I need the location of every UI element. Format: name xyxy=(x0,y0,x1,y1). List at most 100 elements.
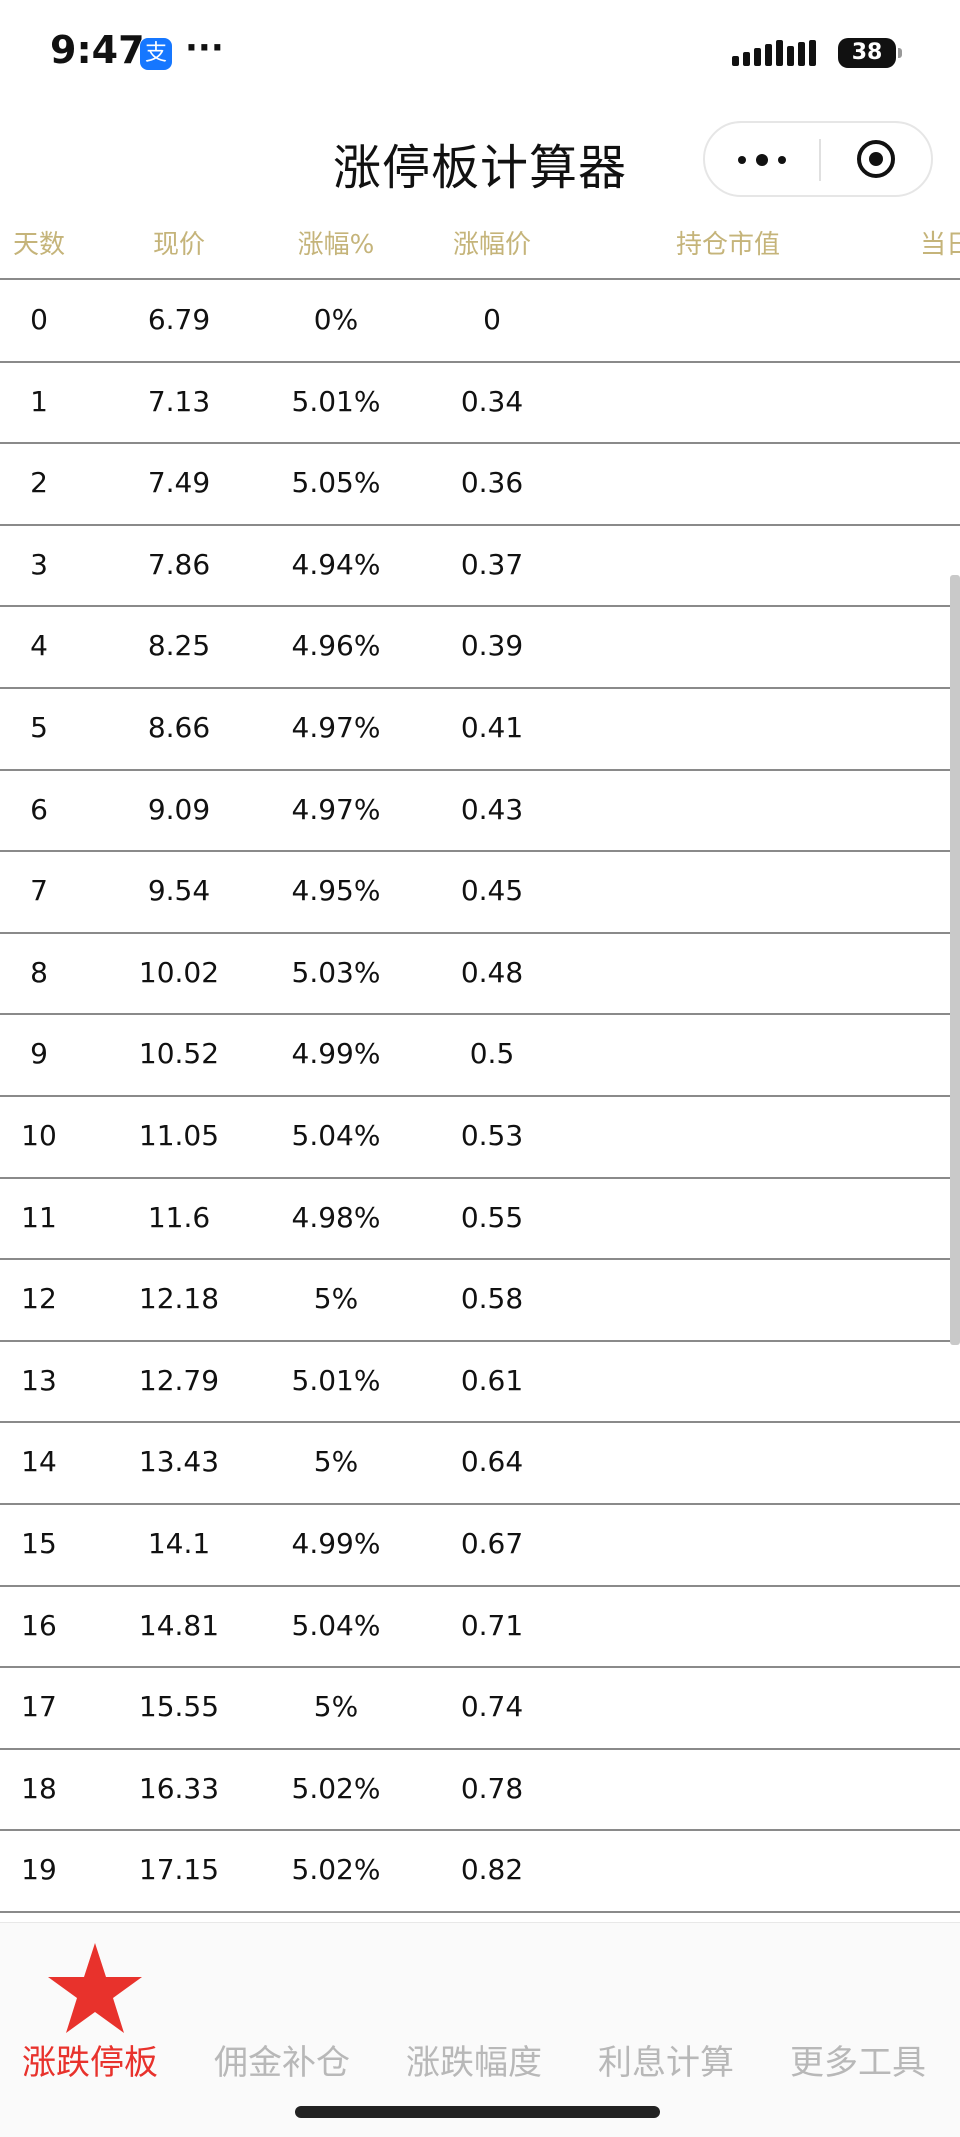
header-daily: 当日 xyxy=(920,230,960,260)
data-table: 0 6.79 0% 0 1 7.13 5.01% 0.34 2 7.49 5.05% 0.36 3 7.8… xyxy=(0,281,960,1913)
table-row: 11 11.6 4.98% 0.55 xyxy=(0,1179,960,1261)
tab-interest[interactable]: 利息计算 xyxy=(598,2035,734,2084)
cell-pct: 4.98% xyxy=(291,1200,381,1234)
header-price: 现价 xyxy=(152,230,205,260)
cell-amt: 0.61 xyxy=(460,1363,524,1397)
header-amt: 涨幅价 xyxy=(452,230,531,260)
tab-more-tools[interactable]: 更多工具 xyxy=(790,2035,926,2084)
cell-price: 14.1 xyxy=(147,1526,211,1560)
table-row: 6 9.09 4.97% 0.43 xyxy=(0,771,960,853)
cell-amt: 0.43 xyxy=(460,792,524,826)
cell-pct: 5.04% xyxy=(291,1608,381,1642)
cell-amt: 0.55 xyxy=(460,1200,524,1234)
table-row: 10 11.05 5.04% 0.53 xyxy=(0,1097,960,1179)
cell-day: 15 xyxy=(21,1526,57,1560)
cell-day: 10 xyxy=(21,1118,57,1152)
cell-day: 8 xyxy=(30,955,48,989)
cell-amt: 0.82 xyxy=(460,1853,524,1887)
header-market-value: 持仓市值 xyxy=(675,230,780,260)
close-mini-program-icon[interactable] xyxy=(857,140,895,178)
cell-price: 8.25 xyxy=(147,629,211,663)
cell-pct: 4.99% xyxy=(291,1526,381,1560)
signal-icon xyxy=(732,40,824,66)
table-row: 8 10.02 5.03% 0.48 xyxy=(0,934,960,1016)
cell-pct: 4.97% xyxy=(291,710,381,744)
cell-amt: 0.5 xyxy=(469,1037,515,1071)
cell-day: 9 xyxy=(30,1037,48,1071)
status-bar: 9:47 支 ··· 38 xyxy=(0,0,960,110)
table-row: 15 14.1 4.99% 0.67 xyxy=(0,1505,960,1587)
more-menu-icon[interactable] xyxy=(738,148,788,172)
cell-amt: 0.36 xyxy=(460,466,524,500)
cell-amt: 0.67 xyxy=(460,1526,524,1560)
cell-day: 19 xyxy=(21,1853,57,1887)
cell-pct: 5% xyxy=(313,1690,359,1724)
tab-commission[interactable]: 佣金补仓 xyxy=(214,2035,350,2084)
cell-pct: 5.02% xyxy=(291,1853,381,1887)
cell-price: 14.81 xyxy=(138,1608,220,1642)
scrollbar[interactable] xyxy=(950,575,960,1345)
cell-pct: 4.96% xyxy=(291,629,381,663)
table-row: 3 7.86 4.94% 0.37 xyxy=(0,526,960,608)
cell-day: 11 xyxy=(21,1200,57,1234)
capsule-divider xyxy=(819,139,821,181)
mini-program-capsule xyxy=(703,121,933,197)
cell-day: 7 xyxy=(30,874,48,908)
cell-price: 15.55 xyxy=(138,1690,220,1724)
home-indicator xyxy=(295,2106,660,2118)
cell-price: 11.05 xyxy=(138,1118,220,1152)
tab-bar: 涨跌停板 佣金补仓 涨跌幅度 利息计算 更多工具 xyxy=(0,1922,960,2137)
table-row: 9 10.52 4.99% 0.5 xyxy=(0,1015,960,1097)
cell-day: 18 xyxy=(21,1771,57,1805)
cell-pct: 5.01% xyxy=(291,1363,381,1397)
cell-amt: 0.64 xyxy=(460,1445,524,1479)
cell-pct: 5.03% xyxy=(291,955,381,989)
table-row: 18 16.33 5.02% 0.78 xyxy=(0,1750,960,1832)
cell-price: 6.79 xyxy=(147,303,211,336)
cell-day: 4 xyxy=(30,629,48,663)
star-icon xyxy=(48,1943,142,2033)
cell-day: 5 xyxy=(30,710,48,744)
cell-pct: 4.99% xyxy=(291,1037,381,1071)
cell-price: 9.54 xyxy=(147,874,211,908)
header-pct: 涨幅% xyxy=(297,230,375,260)
status-more-icon: ··· xyxy=(185,28,224,68)
cell-day: 16 xyxy=(21,1608,57,1642)
cell-day: 0 xyxy=(30,303,48,336)
table-header: 天数 现价 涨幅% 涨幅价 持仓市值 当日 xyxy=(0,210,960,280)
cell-day: 13 xyxy=(21,1363,57,1397)
cell-pct: 5.01% xyxy=(291,384,381,418)
battery-icon: 38 xyxy=(838,38,896,68)
table-row: 13 12.79 5.01% 0.61 xyxy=(0,1342,960,1424)
cell-pct: 4.97% xyxy=(291,792,381,826)
table-row: 19 17.15 5.02% 0.82 xyxy=(0,1831,960,1913)
cell-amt: 0 xyxy=(483,303,501,336)
tab-limit-up-down[interactable]: 涨跌停板 xyxy=(22,2035,158,2084)
cell-price: 16.33 xyxy=(138,1771,220,1805)
cell-pct: 4.94% xyxy=(291,547,381,581)
cell-pct: 5% xyxy=(313,1282,359,1316)
table-row: 7 9.54 4.95% 0.45 xyxy=(0,852,960,934)
cell-pct: 0% xyxy=(313,303,359,336)
table-row: 5 8.66 4.97% 0.41 xyxy=(0,689,960,771)
tab-range[interactable]: 涨跌幅度 xyxy=(406,2035,542,2084)
cell-day: 6 xyxy=(30,792,48,826)
cell-price: 7.49 xyxy=(147,466,211,500)
cell-pct: 5.05% xyxy=(291,466,381,500)
cell-day: 1 xyxy=(30,384,48,418)
cell-amt: 0.45 xyxy=(460,874,524,908)
cell-amt: 0.58 xyxy=(460,1282,524,1316)
cell-day: 12 xyxy=(21,1282,57,1316)
cell-amt: 0.39 xyxy=(460,629,524,663)
cell-price: 17.15 xyxy=(138,1853,220,1887)
cell-pct: 4.95% xyxy=(291,874,381,908)
cell-price: 8.66 xyxy=(147,710,211,744)
cell-price: 11.6 xyxy=(147,1200,211,1234)
table-row: 16 14.81 5.04% 0.71 xyxy=(0,1587,960,1669)
cell-amt: 0.37 xyxy=(460,547,524,581)
cell-amt: 0.48 xyxy=(460,955,524,989)
cell-pct: 5% xyxy=(313,1445,359,1479)
cell-amt: 0.78 xyxy=(460,1771,524,1805)
cell-amt: 0.34 xyxy=(460,384,524,418)
table-row: 0 6.79 0% 0 xyxy=(0,281,960,363)
